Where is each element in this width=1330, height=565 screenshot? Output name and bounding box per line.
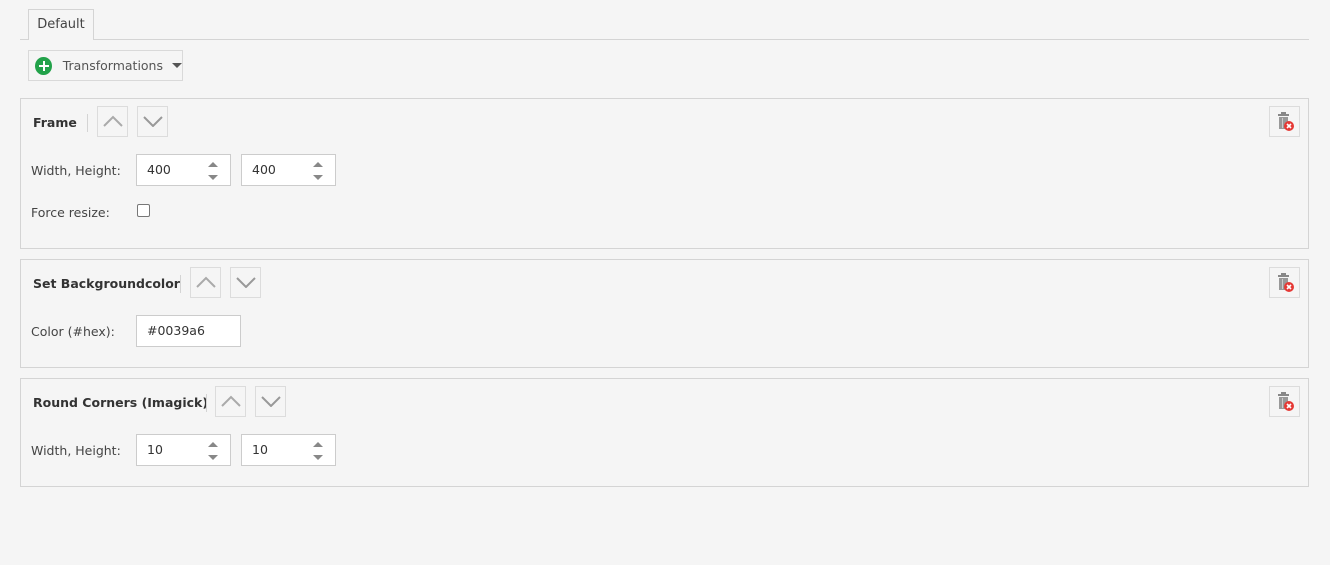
size-label: Width, Height:	[31, 163, 121, 178]
width-value: 10	[147, 442, 163, 457]
chevron-up-icon	[221, 395, 241, 407]
move-up-button[interactable]	[215, 386, 246, 417]
panel-frame: Frame Width, Height: 400 400 Force resiz…	[20, 98, 1309, 249]
plus-circle-icon	[35, 56, 52, 75]
add-transformation-label: Transformations	[62, 58, 163, 73]
move-down-button[interactable]	[137, 106, 168, 137]
height-spinner[interactable]	[313, 442, 323, 460]
height-value: 10	[252, 442, 268, 457]
delete-button[interactable]	[1269, 106, 1300, 137]
width-spinner[interactable]	[208, 162, 218, 180]
delete-button[interactable]	[1269, 267, 1300, 298]
tab-default-label: Default	[37, 17, 85, 32]
caret-down-icon	[172, 63, 182, 68]
height-input[interactable]: 400	[241, 154, 336, 186]
color-input[interactable]: #0039a6	[136, 315, 241, 347]
spin-down-icon	[313, 455, 323, 460]
trash-delete-icon	[1278, 273, 1294, 292]
spin-up-icon	[313, 162, 323, 167]
height-value: 400	[252, 162, 276, 177]
force-resize-checkbox[interactable]	[137, 204, 150, 217]
panel-title: Set Backgroundcolor	[33, 276, 180, 291]
trash-delete-icon	[1278, 112, 1294, 131]
height-input[interactable]: 10	[241, 434, 336, 466]
width-spinner[interactable]	[208, 442, 218, 460]
add-transformation-button[interactable]: Transformations	[28, 50, 183, 81]
delete-button[interactable]	[1269, 386, 1300, 417]
chevron-up-icon	[103, 115, 123, 127]
size-label: Width, Height:	[31, 443, 121, 458]
force-resize-label: Force resize:	[31, 205, 110, 220]
width-value: 400	[147, 162, 171, 177]
panel-set-backgroundcolor: Set Backgroundcolor Color (#hex): #0039a…	[20, 259, 1309, 368]
move-down-button[interactable]	[230, 267, 261, 298]
tab-default[interactable]: Default	[28, 9, 94, 40]
panel-title: Frame	[33, 115, 77, 130]
spin-up-icon	[208, 162, 218, 167]
width-input[interactable]: 10	[136, 434, 231, 466]
title-separator	[180, 275, 181, 293]
tab-bar-divider	[20, 39, 1309, 40]
title-separator	[206, 394, 207, 412]
color-label: Color (#hex):	[31, 324, 115, 339]
spin-down-icon	[208, 175, 218, 180]
move-up-button[interactable]	[190, 267, 221, 298]
panel-round-corners: Round Corners (Imagick) Width, Height: 1…	[20, 378, 1309, 487]
panel-title: Round Corners (Imagick)	[33, 395, 209, 410]
spin-up-icon	[313, 442, 323, 447]
chevron-down-icon	[261, 396, 281, 407]
chevron-down-icon	[143, 116, 163, 127]
trash-delete-icon	[1278, 392, 1294, 411]
color-value: #0039a6	[147, 323, 205, 338]
move-up-button[interactable]	[97, 106, 128, 137]
chevron-up-icon	[196, 276, 216, 288]
title-separator	[87, 114, 88, 132]
chevron-down-icon	[236, 277, 256, 288]
spin-down-icon	[313, 175, 323, 180]
width-input[interactable]: 400	[136, 154, 231, 186]
spin-down-icon	[208, 455, 218, 460]
height-spinner[interactable]	[313, 162, 323, 180]
move-down-button[interactable]	[255, 386, 286, 417]
spin-up-icon	[208, 442, 218, 447]
